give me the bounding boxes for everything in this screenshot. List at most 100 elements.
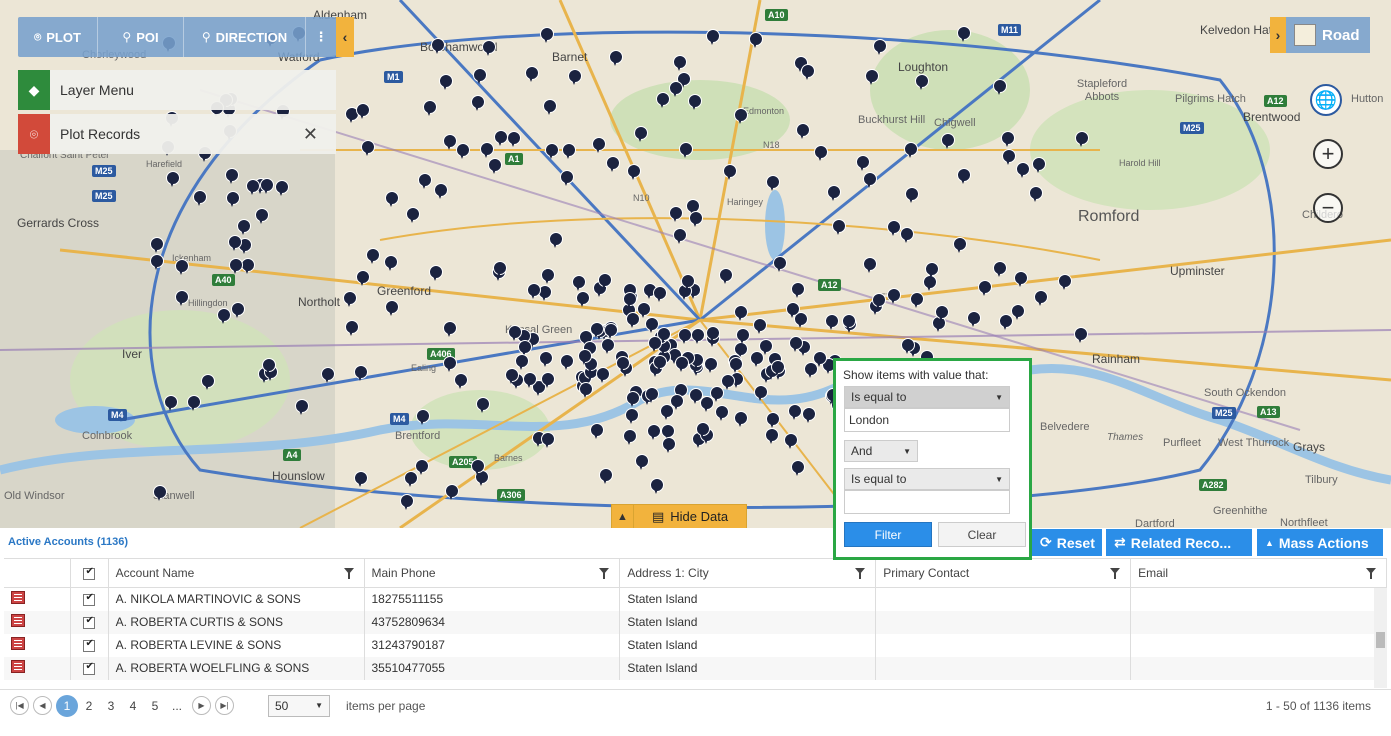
filter-value-2-input[interactable] <box>844 490 1010 514</box>
zoom-in-button[interactable]: + <box>1313 139 1343 169</box>
map-pin-icon[interactable] <box>345 320 360 337</box>
column-header-email[interactable]: Email <box>1130 558 1387 588</box>
layer-menu-panel[interactable]: ◆ Layer Menu <box>18 70 336 110</box>
plot-button[interactable]: ⌾ PLOT <box>18 17 98 57</box>
map-pin-icon[interactable] <box>903 141 918 158</box>
map-pin-icon[interactable] <box>567 68 582 85</box>
map-pin-icon[interactable] <box>562 142 577 159</box>
globe-icon[interactable]: 🌐 <box>1310 84 1342 116</box>
map-pin-icon[interactable] <box>578 349 593 366</box>
map-pin-icon[interactable] <box>590 422 605 439</box>
map-pin-icon[interactable] <box>796 123 811 140</box>
map-pin-icon[interactable] <box>652 355 667 372</box>
map-pin-icon[interactable] <box>656 92 671 109</box>
map-pin-icon[interactable] <box>506 130 521 147</box>
more-options-button[interactable]: ⋮ <box>306 17 336 57</box>
plot-records-panel[interactable]: ⌾ Plot Records ✕ <box>18 114 336 154</box>
map-pin-icon[interactable] <box>825 314 840 331</box>
map-pin-icon[interactable] <box>622 291 637 308</box>
map-pin-icon[interactable] <box>750 350 764 367</box>
map-pin-icon[interactable] <box>673 54 688 71</box>
map-pin-icon[interactable] <box>736 328 751 345</box>
map-pin-icon[interactable] <box>624 408 639 424</box>
map-pin-icon[interactable] <box>925 261 940 278</box>
map-pin-icon[interactable] <box>765 411 780 428</box>
map-pin-icon[interactable] <box>953 237 968 254</box>
map-pin-icon[interactable] <box>863 172 878 189</box>
grid-scrollbar[interactable] <box>1374 588 1387 688</box>
row-icon-cell[interactable] <box>4 633 72 657</box>
map-pin-icon[interactable] <box>193 190 208 207</box>
map-pin-icon[interactable] <box>668 205 683 222</box>
map-pin-icon[interactable] <box>400 494 415 511</box>
map-pin-icon[interactable] <box>1014 271 1029 288</box>
map-pin-icon[interactable] <box>978 280 993 297</box>
map-pin-icon[interactable] <box>652 285 667 302</box>
map-pin-icon[interactable] <box>216 308 231 325</box>
map-pin-icon[interactable] <box>525 65 540 82</box>
map-pin-icon[interactable] <box>236 218 251 235</box>
map-pin-icon[interactable] <box>414 458 429 475</box>
map-pin-icon[interactable] <box>910 292 924 309</box>
map-pin-icon[interactable] <box>1057 274 1072 291</box>
map-pin-icon[interactable] <box>661 436 676 453</box>
map-pin-icon[interactable] <box>225 168 240 185</box>
map-pin-icon[interactable] <box>1002 149 1017 166</box>
map-pin-icon[interactable] <box>505 368 520 385</box>
map-pin-icon[interactable] <box>591 137 606 154</box>
map-pin-icon[interactable] <box>900 337 915 354</box>
page-button[interactable]: 4 <box>122 695 144 717</box>
map-pin-icon[interactable] <box>770 360 785 377</box>
map-pin-icon[interactable] <box>734 108 749 125</box>
map-pin-icon[interactable] <box>785 301 800 318</box>
map-pin-icon[interactable] <box>384 190 399 207</box>
map-pin-icon[interactable] <box>886 287 901 304</box>
map-pin-icon[interactable] <box>1033 290 1048 307</box>
map-pin-icon[interactable] <box>384 254 399 271</box>
map-pin-icon[interactable] <box>245 179 260 196</box>
map-pin-icon[interactable] <box>360 139 375 156</box>
map-pin-icon[interactable] <box>855 154 870 171</box>
map-pin-icon[interactable] <box>687 93 702 110</box>
map-pin-icon[interactable] <box>680 274 695 291</box>
map-pin-icon[interactable] <box>790 281 805 298</box>
toolbar-collapse-button[interactable]: ‹ <box>336 17 354 57</box>
map-pin-icon[interactable] <box>992 260 1007 277</box>
map-pin-icon[interactable] <box>999 313 1014 330</box>
header-select-all[interactable] <box>70 558 109 588</box>
map-pin-icon[interactable] <box>634 454 649 471</box>
column-header-city[interactable]: Address 1: City <box>619 558 877 588</box>
map-pin-icon[interactable] <box>647 423 662 440</box>
map-pin-icon[interactable] <box>765 428 780 445</box>
map-pin-icon[interactable] <box>541 431 556 448</box>
map-pin-icon[interactable] <box>164 394 179 411</box>
hide-data-button[interactable]: ▤ Hide Data <box>634 505 746 528</box>
map-pin-icon[interactable] <box>733 304 748 321</box>
map-pin-icon[interactable] <box>992 78 1007 95</box>
map-pin-icon[interactable] <box>428 264 443 281</box>
map-pin-icon[interactable] <box>905 186 920 203</box>
map-pin-icon[interactable] <box>572 275 587 292</box>
scrollbar-thumb[interactable] <box>1376 632 1385 648</box>
table-row[interactable]: A. ROBERTA WOELFLING & SONS 35510477055 … <box>4 656 1387 680</box>
prev-page-icon[interactable]: ◀ <box>33 696 52 715</box>
map-pin-icon[interactable] <box>443 355 458 372</box>
map-pin-icon[interactable] <box>754 385 769 402</box>
map-pin-icon[interactable] <box>606 156 621 173</box>
map-pin-icon[interactable] <box>598 468 613 485</box>
map-pin-icon[interactable] <box>956 167 971 184</box>
filter-button[interactable]: Filter <box>844 522 932 547</box>
map-pin-icon[interactable] <box>625 390 640 407</box>
map-pin-icon[interactable] <box>1074 131 1089 148</box>
column-header-main-phone[interactable]: Main Phone <box>364 558 621 588</box>
map-pin-icon[interactable] <box>548 232 563 249</box>
map-pin-icon[interactable] <box>522 372 537 389</box>
map-pin-icon[interactable] <box>166 170 181 187</box>
filter-logic-select[interactable]: And ▼ <box>844 440 918 462</box>
map-pin-icon[interactable] <box>487 158 502 175</box>
view-panel-expand-button[interactable]: › <box>1270 17 1286 53</box>
mass-actions-button[interactable]: ▲ Mass Actions <box>1257 529 1383 556</box>
clear-button[interactable]: Clear <box>938 522 1026 547</box>
map-pin-icon[interactable] <box>679 141 694 158</box>
map-pin-icon[interactable] <box>294 399 309 416</box>
